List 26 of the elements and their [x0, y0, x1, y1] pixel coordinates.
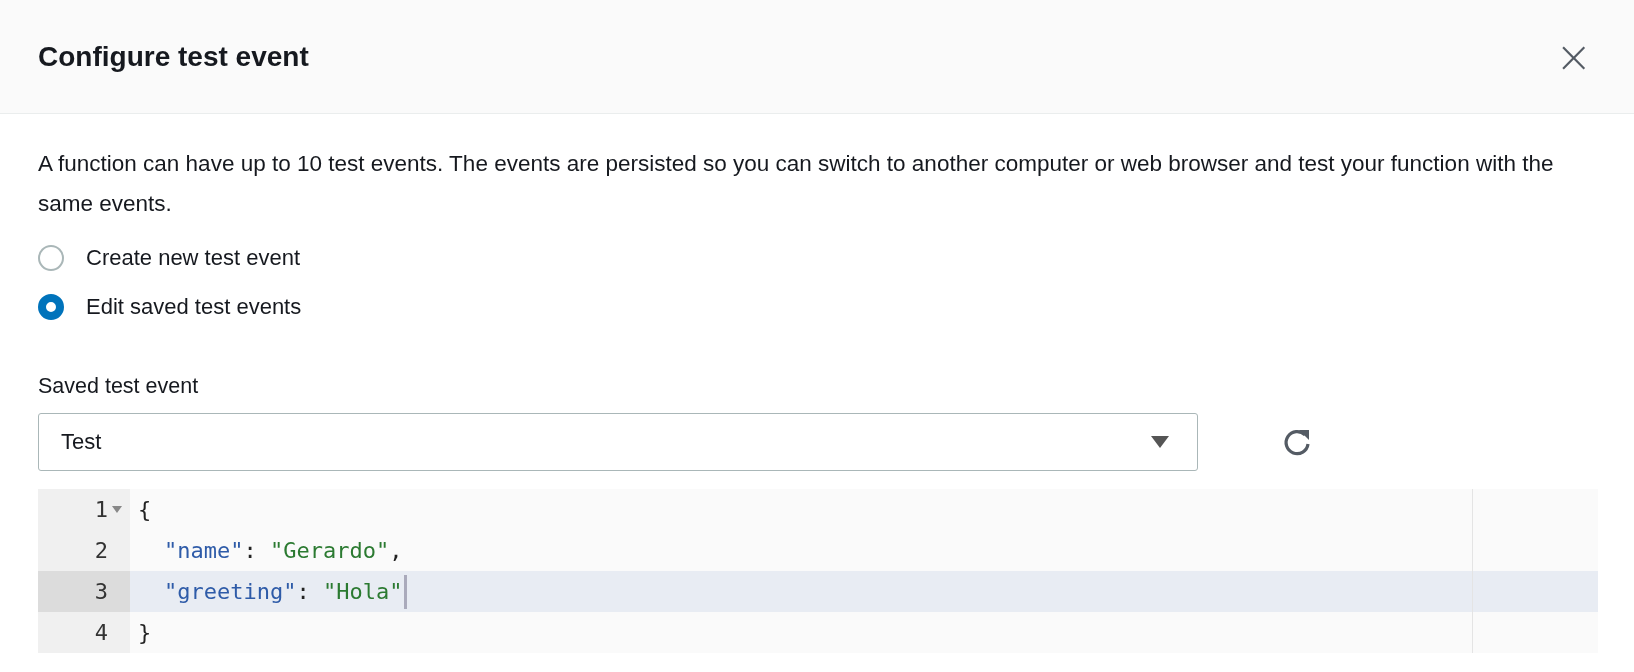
json-punctuation: { — [138, 497, 152, 522]
line-number: 2 — [94, 538, 108, 563]
text-cursor — [404, 574, 408, 609]
field-label: Saved test event — [38, 374, 200, 399]
radio-label[interactable]: Edit saved test events — [86, 293, 302, 320]
description-text: A function can have up to 10 test events. The events are persisted so you can switch to another computer or web browser and test your function with the same events. — [38, 150, 1555, 218]
json-key: "greeting" — [164, 579, 297, 604]
radio-button[interactable] — [38, 293, 64, 320]
json-key: "name" — [164, 538, 244, 563]
json-punctuation: : — [296, 579, 311, 604]
json-string: "Hola" — [322, 579, 403, 604]
radio-button[interactable] — [38, 244, 64, 271]
radio-label[interactable]: Create new test event — [86, 244, 300, 271]
line-number: 4 — [94, 620, 108, 645]
fold-icon[interactable] — [112, 506, 122, 513]
line-number: 3 — [94, 579, 108, 604]
line-number: 1 — [94, 497, 108, 522]
json-punctuation: , — [389, 538, 403, 563]
close-button[interactable]: × — [1551, 34, 1596, 79]
dialog-title: Configure test event — [38, 40, 309, 73]
json-string: "Gerardo" — [270, 538, 390, 563]
json-punctuation: : — [243, 538, 258, 563]
code-editor[interactable]: 1 { 2 "name": "Gerardo", 3 "greeting": "Hola" 4 } — [38, 489, 1598, 653]
caret-icon — [1151, 436, 1169, 448]
saved-event-dropdown[interactable]: Test — [38, 413, 1198, 471]
json-punctuation: } — [138, 620, 152, 645]
